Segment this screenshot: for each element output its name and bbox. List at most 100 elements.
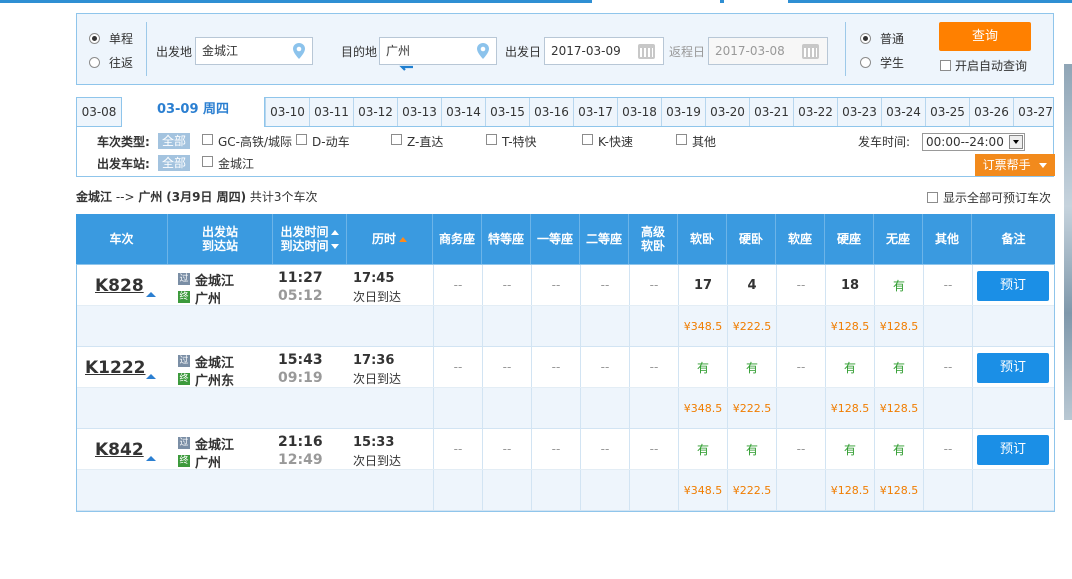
to-station[interactable]: 广州 [195, 288, 221, 307]
tab-date-5[interactable]: 03-13 [397, 98, 441, 126]
col-duration[interactable]: 历时 [346, 214, 432, 264]
auto-query-checkbox[interactable] [940, 60, 951, 71]
return-date-input[interactable]: 2017-03-08 [708, 37, 828, 65]
col-rz: 软座 [775, 214, 824, 264]
show-all-option[interactable]: 显示全部可预订车次 [927, 189, 1051, 206]
tab-date-3[interactable]: 03-11 [309, 98, 353, 126]
tab-date-11[interactable]: 03-19 [661, 98, 705, 126]
price-cell: ¥222.5 [727, 306, 776, 346]
caret-up-icon[interactable] [146, 374, 156, 379]
tab-date-17[interactable]: 03-25 [925, 98, 969, 126]
book-button[interactable]: 预订 [977, 435, 1049, 465]
seat-cell: -- [482, 265, 531, 305]
to-value: 广州 [386, 44, 411, 58]
from-station[interactable]: 金城江 [195, 270, 234, 289]
price-cell [482, 306, 531, 346]
seat-cell: -- [433, 429, 482, 469]
price-cell [629, 470, 678, 510]
seat-cell[interactable]: 17 [678, 265, 727, 305]
seat-cell: -- [923, 265, 972, 305]
table-row: K828 过金城江终广州 11:27 05:12 17:45 次日到达 -- -- -- -- --… [77, 265, 1054, 307]
to-label: 目的地 [341, 45, 378, 59]
tab-date-18[interactable]: 03-26 [969, 98, 1013, 126]
price-row: ¥348.5 ¥222.5 ¥128.5 ¥128.5 [77, 306, 1054, 347]
seat-cell: -- [433, 265, 482, 305]
seat-cell[interactable]: 有 [678, 347, 727, 387]
depart-date-input[interactable]: 2017-03-09 [544, 37, 664, 65]
col-time[interactable]: 出发时间 到达时间 [272, 214, 346, 264]
depart-station-all-tag[interactable]: 全部 [158, 155, 191, 171]
seat-cell[interactable]: 有 [678, 429, 727, 469]
seat-cell[interactable]: 18 [825, 265, 874, 305]
seat-cell: -- [776, 429, 825, 469]
query-button[interactable]: 查询 [939, 22, 1031, 51]
end-station-icon: 终 [178, 291, 190, 303]
divider [146, 22, 147, 76]
price-cell [531, 388, 580, 428]
train-number[interactable]: K842 [95, 440, 144, 460]
price-cell [482, 388, 531, 428]
seat-cell: -- [629, 347, 678, 387]
seat-cell[interactable]: 有 [874, 347, 923, 387]
arrival-day: 次日到达 [353, 290, 402, 304]
col-qt: 其他 [922, 214, 971, 264]
route-summary: 金城江 --> 广州 (3月9日 周四) 共计3个车次 [76, 188, 318, 205]
tab-date-19[interactable]: 03-27 [1013, 98, 1057, 126]
tab-date-16[interactable]: 03-24 [881, 98, 925, 126]
radio-roundtrip[interactable] [89, 57, 100, 68]
tab-date-1[interactable]: 03-09 周四 [121, 97, 265, 127]
seat-cell[interactable]: 有 [727, 429, 776, 469]
to-input[interactable]: 广州 [379, 37, 497, 65]
price-cell [433, 306, 482, 346]
train-number[interactable]: K1222 [85, 358, 146, 378]
tab-date-7[interactable]: 03-15 [485, 98, 529, 126]
caret-up-icon[interactable] [146, 292, 156, 297]
tab-date-13[interactable]: 03-21 [749, 98, 793, 126]
depart-time-select[interactable]: 00:00--24:00 [922, 133, 1025, 151]
price-cell [923, 306, 972, 346]
price-cell [776, 306, 825, 346]
calendar-icon [802, 44, 819, 59]
tab-date-6[interactable]: 03-14 [441, 98, 485, 126]
tab-date-12[interactable]: 03-20 [705, 98, 749, 126]
price-cell [629, 306, 678, 346]
seat-cell[interactable]: 有 [874, 265, 923, 305]
train-type-all-tag[interactable]: 全部 [158, 133, 191, 149]
train-type-label: 车次类型: [97, 135, 150, 149]
caret-up-icon[interactable] [146, 456, 156, 461]
seat-cell[interactable]: 有 [825, 347, 874, 387]
train-number[interactable]: K828 [95, 276, 144, 296]
tab-date-10[interactable]: 03-18 [617, 98, 661, 126]
seat-cell[interactable]: 4 [727, 265, 776, 305]
book-button[interactable]: 预订 [977, 353, 1049, 383]
table-header: 车次 出发站 到达站 出发时间 到达时间 历时 商务座 特等座 一等座 二等座 高级… [76, 214, 1055, 264]
tab-date-8[interactable]: 03-16 [529, 98, 573, 126]
tab-date-0[interactable]: 03-08 [77, 98, 121, 126]
radio-oneway[interactable] [89, 33, 100, 44]
show-all-checkbox[interactable] [927, 192, 938, 203]
radio-ticket-normal[interactable] [860, 33, 871, 44]
seat-cell[interactable]: 有 [727, 347, 776, 387]
tab-date-15[interactable]: 03-23 [837, 98, 881, 126]
col-ydz: 一等座 [530, 214, 579, 264]
seat-cell: -- [580, 265, 629, 305]
from-station[interactable]: 金城江 [195, 434, 234, 453]
tab-date-14[interactable]: 03-22 [793, 98, 837, 126]
book-button[interactable]: 预订 [977, 271, 1049, 301]
price-row: ¥348.5 ¥222.5 ¥128.5 ¥128.5 [77, 388, 1054, 429]
to-station[interactable]: 广州东 [195, 370, 234, 389]
tab-date-4[interactable]: 03-12 [353, 98, 397, 126]
to-station[interactable]: 广州 [195, 452, 221, 471]
col-station: 出发站 到达站 [167, 214, 272, 264]
seat-cell[interactable]: 有 [825, 429, 874, 469]
tab-date-9[interactable]: 03-17 [573, 98, 617, 126]
price-row: ¥348.5 ¥222.5 ¥128.5 ¥128.5 [77, 470, 1054, 511]
seat-cell: -- [580, 347, 629, 387]
price-cell: ¥128.5 [874, 388, 923, 428]
tab-date-2[interactable]: 03-10 [265, 98, 309, 126]
from-station[interactable]: 金城江 [195, 352, 234, 371]
from-input[interactable]: 金城江 [195, 37, 313, 65]
booking-helper-button[interactable]: 订票帮手 [975, 154, 1055, 176]
seat-cell[interactable]: 有 [874, 429, 923, 469]
radio-ticket-student[interactable] [860, 57, 871, 68]
